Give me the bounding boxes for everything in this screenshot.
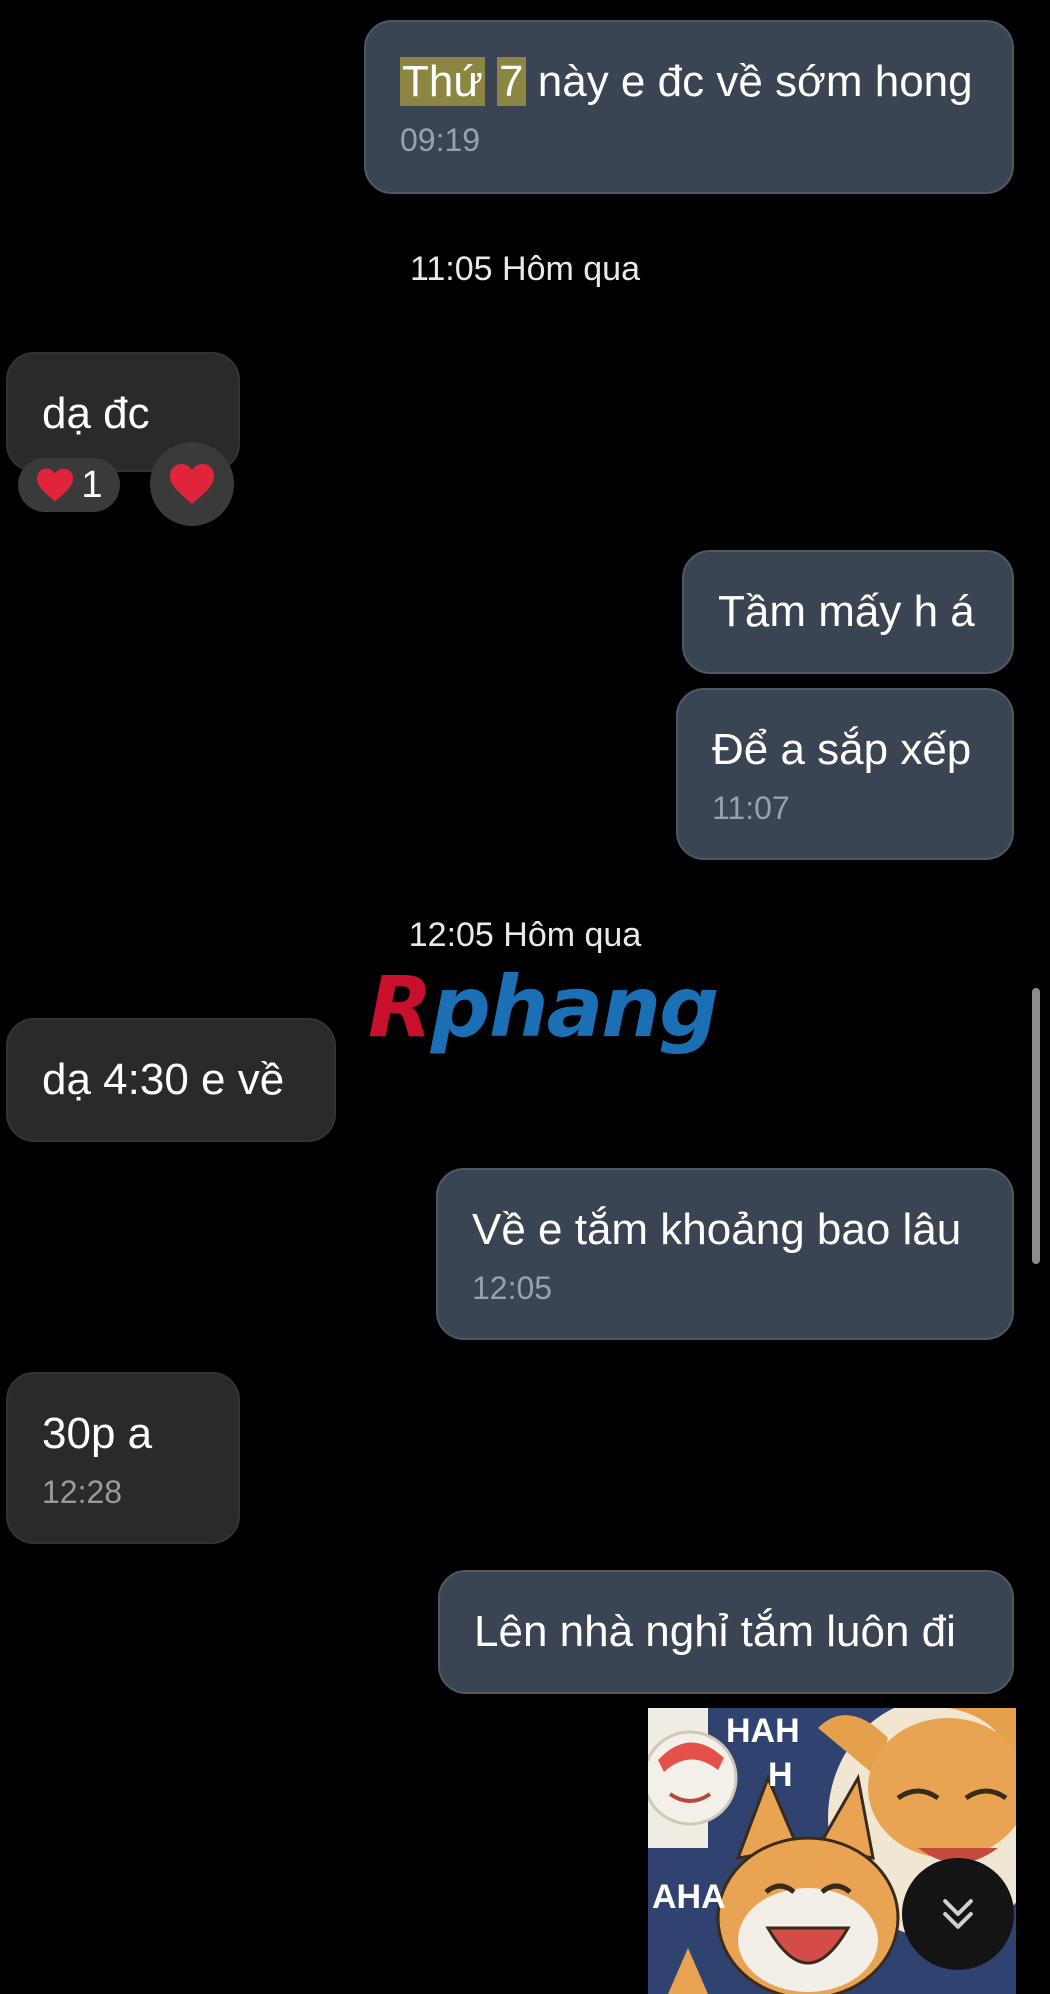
message-text: Về e tắm khoảng bao lâu xyxy=(472,1205,962,1254)
message-bubble-incoming[interactable]: dạ 4:30 e về xyxy=(6,1018,336,1142)
date-separator: 12:05 Hôm qua xyxy=(408,916,642,954)
message-time: 12:05 xyxy=(472,1270,553,1306)
message-text: dạ 4:30 e về xyxy=(42,1055,285,1104)
message-text-part xyxy=(485,57,497,106)
message-text-part: này e đc về sớm hong xyxy=(525,57,973,106)
message-bubble-outgoing[interactable]: Lên nhà nghỉ tắm luôn đi xyxy=(438,1570,1014,1694)
date-separator: 11:05 Hôm qua xyxy=(410,250,640,288)
watermark-logo: Rphang xyxy=(368,958,720,1056)
message-bubble-outgoing[interactable]: Về e tắm khoảng bao lâu 12:05 xyxy=(436,1168,1014,1340)
watermark-letter: R xyxy=(368,958,433,1056)
message-text: Tầm mấy h á xyxy=(718,587,975,636)
message-bubble-incoming[interactable]: 30p a 12:28 xyxy=(6,1372,240,1544)
scrollbar-thumb[interactable] xyxy=(1032,988,1040,1264)
sticker-text: H xyxy=(768,1756,793,1794)
message-bubble-outgoing[interactable]: Thứ 7 này e đc về sớm hong 09:19 xyxy=(364,20,1014,194)
scroll-to-bottom-button[interactable] xyxy=(902,1858,1014,1970)
message-text: Lên nhà nghỉ tắm luôn đi xyxy=(474,1607,956,1656)
message-time: 11:07 xyxy=(712,790,790,826)
message-text: 30p a xyxy=(42,1409,153,1458)
reaction-summary[interactable]: 1 xyxy=(18,458,120,512)
reaction-count: 1 xyxy=(81,463,103,506)
message-time: 09:19 xyxy=(400,122,481,158)
add-reaction-button[interactable] xyxy=(150,442,234,526)
message-time: 12:28 xyxy=(42,1474,123,1510)
message-text: dạ đc xyxy=(42,389,150,438)
watermark-text: phang xyxy=(430,958,720,1056)
message-text: Thứ 7 này e đc về sớm hong xyxy=(400,56,1012,108)
heart-icon xyxy=(37,468,74,502)
sticker-text: AHA xyxy=(652,1878,726,1916)
message-text: Để a sắp xếp xyxy=(712,725,972,774)
sticker-text: HAH xyxy=(726,1712,800,1750)
search-highlight: Thứ xyxy=(400,57,485,106)
message-bubble-outgoing[interactable]: Để a sắp xếp 11:07 xyxy=(676,688,1014,860)
heart-icon xyxy=(170,464,214,504)
chevron-double-down-icon xyxy=(943,1899,973,1929)
message-bubble-outgoing[interactable]: Tầm mấy h á xyxy=(682,550,1014,674)
search-highlight: 7 xyxy=(497,57,526,106)
